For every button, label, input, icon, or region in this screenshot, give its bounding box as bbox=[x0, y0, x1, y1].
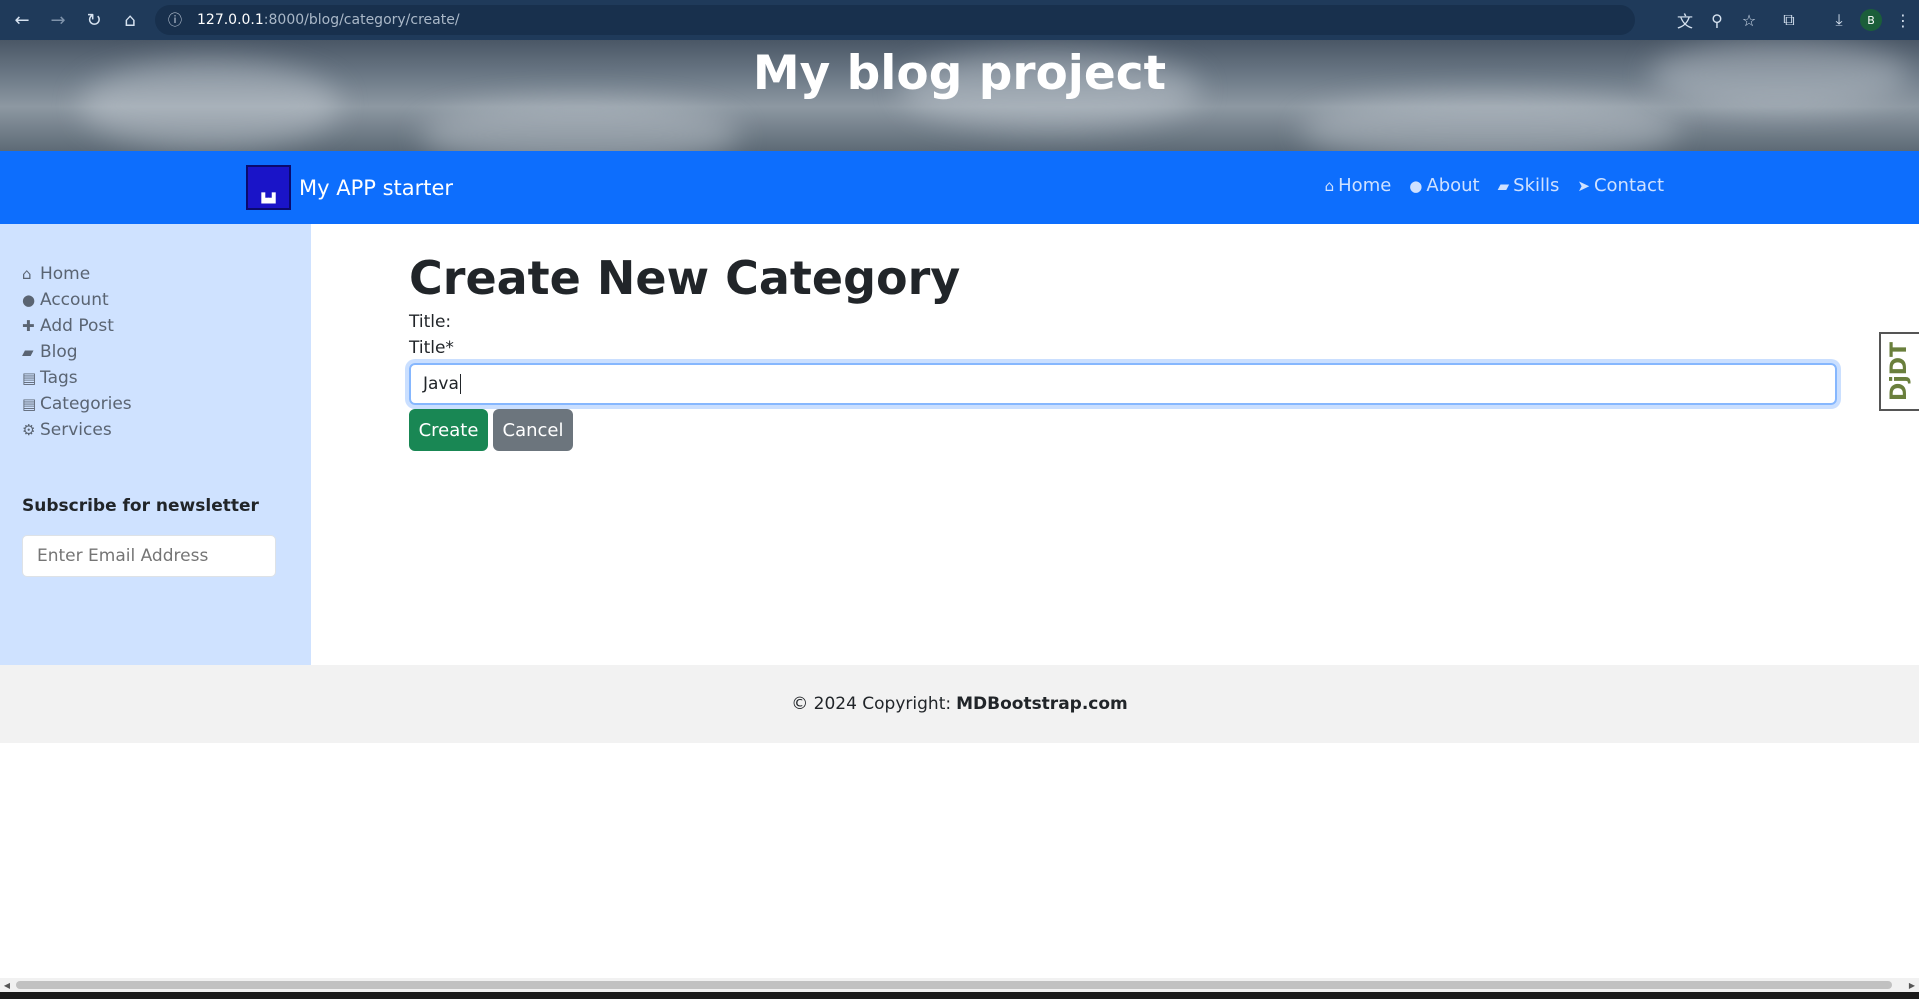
title-input[interactable]: Java bbox=[409, 363, 1837, 405]
taskbar-strip bbox=[0, 992, 1919, 999]
nav-about[interactable]: ● About bbox=[1409, 175, 1479, 196]
sidebar-menu: ⌂ Home ● Account ✚ Add Post ▰ Blog ▤ Tags ▤ Ca… bbox=[22, 261, 132, 443]
scroll-thumb[interactable] bbox=[16, 981, 1892, 989]
nav-home[interactable]: ⌂ Home bbox=[1325, 175, 1392, 196]
form-actions: Create Cancel bbox=[409, 409, 1839, 451]
text-caret bbox=[459, 374, 461, 394]
footer-copyright: © 2024 Copyright: bbox=[791, 694, 952, 714]
scroll-left-icon[interactable]: ◀ bbox=[0, 978, 14, 992]
browser-toolbar: ← → ↻ ⌂ ⓘ 127.0.0.1:8000/blog/category/c… bbox=[0, 0, 1919, 40]
gears-icon: ⚙ bbox=[22, 421, 36, 439]
extensions-icon[interactable]: ⧉ bbox=[1773, 4, 1805, 36]
sidebar: ⌂ Home ● Account ✚ Add Post ▰ Blog ▤ Tags ▤ Ca… bbox=[0, 224, 311, 665]
download-icon[interactable]: ⤓ bbox=[1823, 4, 1855, 36]
brand-logo: ▙▟ bbox=[246, 165, 291, 210]
scroll-right-icon[interactable]: ▶ bbox=[1905, 978, 1919, 992]
newsletter-email-input[interactable] bbox=[22, 535, 276, 577]
plus-icon: ✚ bbox=[22, 317, 35, 335]
home-icon: ⌂ bbox=[1324, 176, 1335, 195]
brand-text: My APP starter bbox=[299, 175, 454, 200]
user-icon: ● bbox=[22, 291, 36, 309]
url-path: :8000/blog/category/create/ bbox=[263, 12, 460, 28]
footer: © 2024 Copyright: MDBootstrap.com bbox=[0, 665, 1919, 743]
nav-label: Skills bbox=[1513, 175, 1560, 196]
url-host: 127.0.0.1 bbox=[197, 12, 264, 28]
title-input-value: Java bbox=[423, 374, 459, 394]
nav-label: Contact bbox=[1593, 175, 1664, 196]
newsletter-title: Subscribe for newsletter bbox=[22, 496, 259, 516]
page-title: Create New Category bbox=[409, 251, 961, 305]
sidebar-item-categories[interactable]: ▤ Categories bbox=[22, 391, 132, 417]
nav-label: About bbox=[1426, 175, 1480, 196]
sidebar-item-label: Add Post bbox=[40, 316, 114, 336]
hero-banner: My blog project bbox=[0, 40, 1919, 151]
profile-avatar[interactable]: B bbox=[1855, 4, 1887, 36]
menu-kebab-icon[interactable]: ⋮ bbox=[1887, 4, 1919, 36]
nav-skills[interactable]: ▰ Skills bbox=[1498, 175, 1560, 196]
brand-link[interactable]: ▙▟ My APP starter bbox=[246, 165, 453, 210]
top-navbar: ▙▟ My APP starter ⌂ Home ● About ▰ Skills ➤… bbox=[0, 151, 1919, 224]
sidebar-item-label: Blog bbox=[40, 342, 78, 362]
paper-plane-icon: ➤ bbox=[1577, 176, 1590, 195]
sidebar-item-label: Services bbox=[40, 420, 112, 440]
book-icon: ▰ bbox=[1497, 176, 1510, 195]
back-icon[interactable]: ← bbox=[8, 6, 36, 34]
nav-label: Home bbox=[1338, 175, 1392, 196]
horizontal-scrollbar[interactable]: ◀ ▶ bbox=[0, 978, 1919, 992]
footer-link[interactable]: MDBootstrap.com bbox=[956, 694, 1128, 714]
forward-icon[interactable]: → bbox=[44, 6, 72, 34]
profile-initial: B bbox=[1860, 9, 1882, 31]
sidebar-item-label: Home bbox=[40, 264, 91, 284]
home-icon[interactable]: ⌂ bbox=[116, 6, 144, 34]
title-field-label: Title* bbox=[409, 338, 454, 358]
create-button[interactable]: Create bbox=[409, 409, 488, 451]
top-nav: ⌂ Home ● About ▰ Skills ➤ Contact bbox=[1307, 175, 1664, 196]
sidebar-item-home[interactable]: ⌂ Home bbox=[22, 261, 132, 287]
user-icon: ● bbox=[1409, 176, 1423, 195]
bookmark-star-icon[interactable]: ☆ bbox=[1733, 4, 1765, 36]
zoom-icon[interactable]: ⚲ bbox=[1701, 4, 1733, 36]
nav-contact[interactable]: ➤ Contact bbox=[1577, 175, 1664, 196]
cancel-button[interactable]: Cancel bbox=[493, 409, 573, 451]
site-info-icon[interactable]: ⓘ bbox=[165, 10, 185, 30]
djdt-label: DjDT bbox=[1887, 341, 1913, 402]
banner-title: My blog project bbox=[752, 46, 1167, 101]
briefcase-icon: ▤ bbox=[22, 395, 37, 413]
sidebar-item-tags[interactable]: ▤ Tags bbox=[22, 365, 132, 391]
sidebar-item-label: Account bbox=[40, 290, 109, 310]
sidebar-item-add-post[interactable]: ✚ Add Post bbox=[22, 313, 132, 339]
sidebar-item-account[interactable]: ● Account bbox=[22, 287, 132, 313]
sidebar-item-services[interactable]: ⚙ Services bbox=[22, 417, 132, 443]
title-label: Title: bbox=[409, 312, 452, 332]
djdt-toggle-button[interactable]: DjDT bbox=[1879, 332, 1919, 411]
reload-icon[interactable]: ↻ bbox=[80, 6, 108, 34]
briefcase-icon: ▤ bbox=[22, 369, 37, 387]
sidebar-item-label: Tags bbox=[40, 368, 78, 388]
sidebar-item-label: Categories bbox=[40, 394, 132, 414]
book-icon: ▰ bbox=[22, 343, 34, 361]
home-icon: ⌂ bbox=[22, 265, 32, 283]
sidebar-item-blog[interactable]: ▰ Blog bbox=[22, 339, 132, 365]
main-content: Create New Category Title: Title* Java C… bbox=[409, 250, 1839, 451]
translate-icon[interactable]: 文 bbox=[1669, 4, 1701, 36]
address-bar[interactable]: ⓘ 127.0.0.1:8000/blog/category/create/ bbox=[155, 5, 1635, 35]
